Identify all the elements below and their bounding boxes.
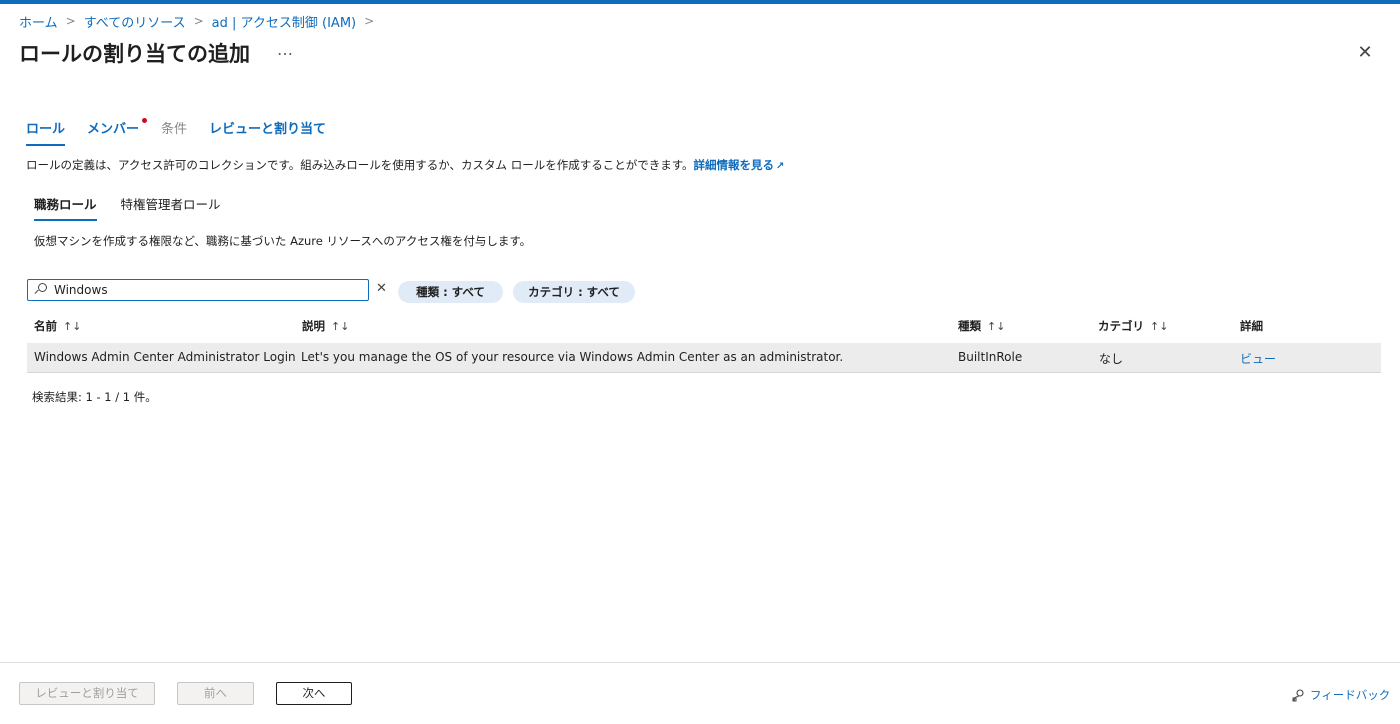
column-header-name-label: 名前: [34, 319, 57, 333]
sort-icon: ↑↓: [1150, 320, 1169, 333]
tab-review-assign[interactable]: レビューと割り当て: [209, 118, 326, 146]
tab-job-function-roles[interactable]: 職務ロール: [34, 194, 97, 221]
tab-privileged-admin-roles[interactable]: 特権管理者ロール: [121, 194, 221, 221]
close-icon[interactable]: ✕: [1356, 44, 1374, 62]
cell-role-type: BuiltInRole: [958, 350, 1023, 364]
clear-search-icon[interactable]: ✕: [376, 281, 387, 296]
table-header: 名前 ↑↓ 説明 ↑↓ 種類 ↑↓ カテゴリ ↑↓ 詳細: [27, 316, 1381, 336]
column-header-details: 詳細: [1240, 319, 1263, 333]
feedback-link[interactable]: フィードバック: [1292, 687, 1390, 703]
column-header-type-label: 種類: [958, 319, 981, 333]
feedback-icon: [1292, 689, 1304, 702]
previous-button[interactable]: 前へ: [177, 682, 254, 705]
sort-icon: ↑↓: [987, 320, 1006, 333]
breadcrumb-home[interactable]: ホーム: [19, 12, 58, 31]
wizard-tabs: ロール メンバー 条件 レビューと割り当て: [26, 118, 348, 146]
search-box: [27, 279, 369, 301]
tab-role-label: ロール: [26, 122, 66, 137]
footer-divider: [0, 662, 1400, 663]
tab-members-label: メンバー: [87, 122, 140, 137]
column-header-category[interactable]: カテゴリ ↑↓: [1098, 318, 1168, 334]
view-details-link[interactable]: ビュー: [1240, 350, 1276, 367]
tab-conditions[interactable]: 条件: [161, 118, 187, 146]
next-button[interactable]: 次へ: [276, 682, 352, 705]
breadcrumb: ホーム > すべてのリソース > ad | アクセス制御 (IAM) >: [19, 12, 382, 31]
cell-role-category: なし: [1099, 352, 1124, 366]
tab-role[interactable]: ロール: [26, 118, 66, 146]
column-header-name[interactable]: 名前 ↑↓: [34, 318, 81, 334]
required-dot-icon: [142, 118, 148, 123]
breadcrumb-all-resources[interactable]: すべてのリソース: [84, 12, 186, 31]
learn-more-label: 詳細情報を見る: [693, 158, 775, 172]
page-title: ロールの割り当ての追加: [19, 42, 250, 66]
more-options-icon[interactable]: …: [277, 40, 294, 59]
learn-more-link[interactable]: 詳細情報を見る ↗: [694, 158, 785, 172]
type-filter-pill[interactable]: 種類 : すべて: [398, 281, 503, 303]
feedback-label: フィードバック: [1310, 688, 1391, 702]
result-count: 検索結果: 1 - 1 / 1 件。: [32, 390, 157, 404]
sort-icon: ↑↓: [63, 320, 82, 333]
cell-role-description: Let's you manage the OS of your resource…: [301, 350, 844, 364]
column-header-description[interactable]: 説明 ↑↓: [302, 318, 349, 334]
review-assign-button[interactable]: レビューと割り当て: [19, 682, 155, 705]
table-row[interactable]: Windows Admin Center Administrator Login…: [27, 343, 1381, 373]
sort-icon: ↑↓: [331, 320, 350, 333]
column-header-type[interactable]: 種類 ↑↓: [958, 318, 1005, 334]
tab-members[interactable]: メンバー: [87, 118, 148, 146]
tab-conditions-label: 条件: [161, 122, 188, 137]
column-header-description-label: 説明: [302, 319, 325, 333]
tab-review-assign-label: レビューと割り当て: [209, 122, 327, 137]
category-filter-pill[interactable]: カテゴリ : すべて: [513, 281, 635, 303]
role-description: ロールの定義は、アクセス許可のコレクションです。組み込みロールを使用するか、カス…: [26, 157, 784, 173]
role-description-text: ロールの定義は、アクセス許可のコレクションです。組み込みロールを使用するか、カス…: [26, 158, 694, 172]
search-input[interactable]: [54, 283, 354, 297]
chevron-right-icon: >: [364, 14, 375, 28]
top-accent-bar: [0, 0, 1400, 4]
role-type-tabs: 職務ロール 特権管理者ロール: [34, 194, 245, 221]
breadcrumb-iam[interactable]: ad | アクセス制御 (IAM): [212, 12, 356, 31]
external-link-icon: ↗: [776, 161, 785, 172]
chevron-right-icon: >: [193, 14, 204, 28]
search-icon: [34, 283, 48, 297]
job-role-description: 仮想マシンを作成する権限など、職務に基づいた Azure リソースへのアクセス権…: [34, 234, 532, 248]
cell-role-name: Windows Admin Center Administrator Login: [34, 350, 296, 364]
chevron-right-icon: >: [65, 14, 76, 28]
column-header-category-label: カテゴリ: [1098, 319, 1144, 333]
